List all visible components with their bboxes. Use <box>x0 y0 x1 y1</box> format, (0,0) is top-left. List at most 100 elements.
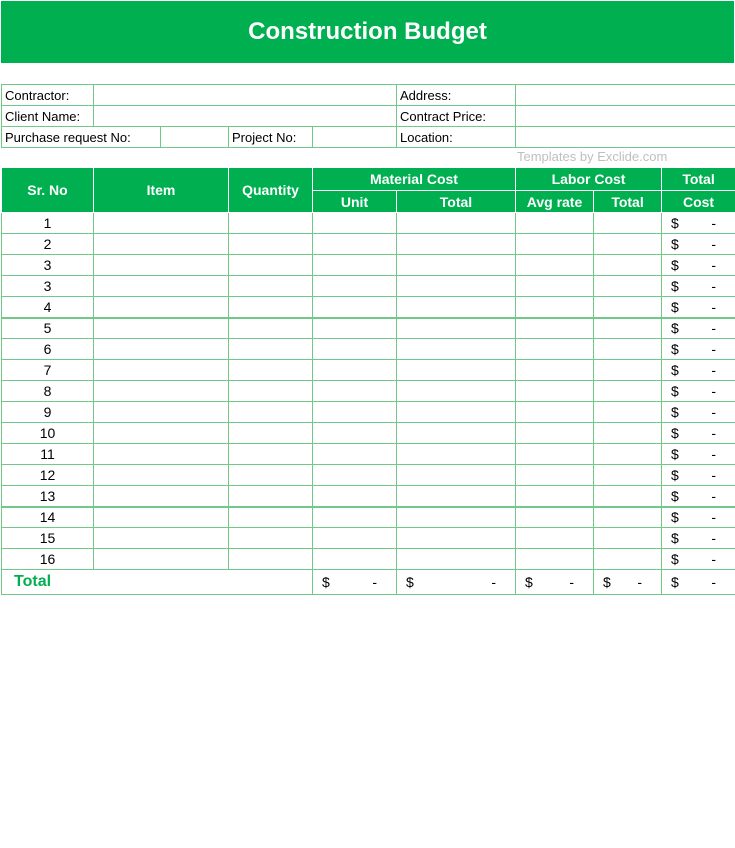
cell-item[interactable] <box>93 233 229 255</box>
cell-labor-total[interactable] <box>593 254 663 276</box>
cell-labor-total[interactable] <box>593 359 663 381</box>
cell-labor-total[interactable] <box>593 485 663 507</box>
cell-material-unit[interactable] <box>312 380 397 402</box>
cell-material-total[interactable] <box>395 233 517 255</box>
cell-item[interactable] <box>93 422 229 444</box>
cell-quantity[interactable] <box>228 422 313 444</box>
cell-quantity[interactable] <box>228 485 313 507</box>
location-field[interactable] <box>515 126 735 148</box>
cell-avg-rate[interactable] <box>515 422 595 444</box>
cell-material-total[interactable] <box>395 422 517 444</box>
cell-labor-total[interactable] <box>593 233 663 255</box>
project-no-field[interactable] <box>312 126 397 148</box>
contract-price-field[interactable] <box>515 105 735 127</box>
cell-material-total[interactable] <box>395 485 517 507</box>
cell-labor-total[interactable] <box>593 548 663 570</box>
cell-material-total[interactable] <box>395 505 517 528</box>
cell-avg-rate[interactable] <box>515 233 595 255</box>
cell-avg-rate[interactable] <box>515 401 595 423</box>
cell-quantity[interactable] <box>228 212 313 234</box>
cell-quantity[interactable] <box>228 359 313 381</box>
cell-quantity[interactable] <box>228 254 313 276</box>
purchase-request-field[interactable] <box>160 126 229 148</box>
cell-item[interactable] <box>93 254 229 276</box>
cell-item[interactable] <box>93 485 229 507</box>
cell-material-unit[interactable] <box>312 505 397 528</box>
cell-item[interactable] <box>93 527 229 549</box>
cell-labor-total[interactable] <box>593 338 663 360</box>
cell-quantity[interactable] <box>228 548 313 570</box>
cell-item[interactable] <box>93 548 229 570</box>
cell-labor-total[interactable] <box>593 380 663 402</box>
cell-labor-total[interactable] <box>593 401 663 423</box>
cell-item[interactable] <box>93 464 229 486</box>
cell-material-total[interactable] <box>395 212 517 234</box>
cell-material-unit[interactable] <box>312 548 397 570</box>
cell-quantity[interactable] <box>228 527 313 549</box>
cell-material-total[interactable] <box>395 275 517 297</box>
contractor-field[interactable] <box>93 84 397 106</box>
cell-labor-total[interactable] <box>593 212 663 234</box>
cell-avg-rate[interactable] <box>515 254 595 276</box>
cell-item[interactable] <box>93 380 229 402</box>
cell-material-total[interactable] <box>395 359 517 381</box>
cell-material-total[interactable] <box>395 380 517 402</box>
cell-avg-rate[interactable] <box>515 359 595 381</box>
cell-quantity[interactable] <box>228 380 313 402</box>
cell-material-total[interactable] <box>395 548 517 570</box>
cell-material-unit[interactable] <box>312 233 397 255</box>
cell-quantity[interactable] <box>228 401 313 423</box>
cell-material-unit[interactable] <box>312 485 397 507</box>
cell-quantity[interactable] <box>228 505 313 528</box>
cell-material-total[interactable] <box>395 401 517 423</box>
cell-material-unit[interactable] <box>312 443 397 465</box>
cell-quantity[interactable] <box>228 464 313 486</box>
cell-item[interactable] <box>93 275 229 297</box>
cell-material-total[interactable] <box>395 443 517 465</box>
address-field[interactable] <box>515 84 735 106</box>
cell-avg-rate[interactable] <box>515 380 595 402</box>
cell-material-unit[interactable] <box>312 401 397 423</box>
cell-avg-rate[interactable] <box>515 505 595 528</box>
cell-item[interactable] <box>93 359 229 381</box>
cell-quantity[interactable] <box>228 275 313 297</box>
cell-avg-rate[interactable] <box>515 275 595 297</box>
cell-material-unit[interactable] <box>312 359 397 381</box>
cell-material-unit[interactable] <box>312 275 397 297</box>
cell-material-unit[interactable] <box>312 527 397 549</box>
cell-avg-rate[interactable] <box>515 338 595 360</box>
cell-labor-total[interactable] <box>593 296 663 318</box>
cell-avg-rate[interactable] <box>515 443 595 465</box>
cell-labor-total[interactable] <box>593 527 663 549</box>
cell-item[interactable] <box>93 443 229 465</box>
cell-quantity[interactable] <box>228 233 313 255</box>
cell-item[interactable] <box>93 338 229 360</box>
cell-avg-rate[interactable] <box>515 212 595 234</box>
cell-quantity[interactable] <box>228 316 313 339</box>
cell-item[interactable] <box>93 212 229 234</box>
cell-material-unit[interactable] <box>312 316 397 339</box>
cell-material-unit[interactable] <box>312 296 397 318</box>
cell-quantity[interactable] <box>228 443 313 465</box>
cell-item[interactable] <box>93 505 229 528</box>
cell-quantity[interactable] <box>228 296 313 318</box>
cell-material-unit[interactable] <box>312 212 397 234</box>
cell-labor-total[interactable] <box>593 422 663 444</box>
cell-item[interactable] <box>93 401 229 423</box>
cell-material-unit[interactable] <box>312 254 397 276</box>
cell-avg-rate[interactable] <box>515 296 595 318</box>
cell-quantity[interactable] <box>228 338 313 360</box>
cell-avg-rate[interactable] <box>515 527 595 549</box>
cell-material-total[interactable] <box>395 464 517 486</box>
cell-material-total[interactable] <box>395 527 517 549</box>
cell-material-total[interactable] <box>395 296 517 318</box>
cell-item[interactable] <box>93 316 229 339</box>
cell-labor-total[interactable] <box>593 275 663 297</box>
cell-labor-total[interactable] <box>593 316 663 339</box>
cell-material-total[interactable] <box>395 338 517 360</box>
cell-labor-total[interactable] <box>593 505 663 528</box>
cell-material-total[interactable] <box>395 254 517 276</box>
cell-material-unit[interactable] <box>312 338 397 360</box>
cell-material-unit[interactable] <box>312 422 397 444</box>
cell-avg-rate[interactable] <box>515 548 595 570</box>
